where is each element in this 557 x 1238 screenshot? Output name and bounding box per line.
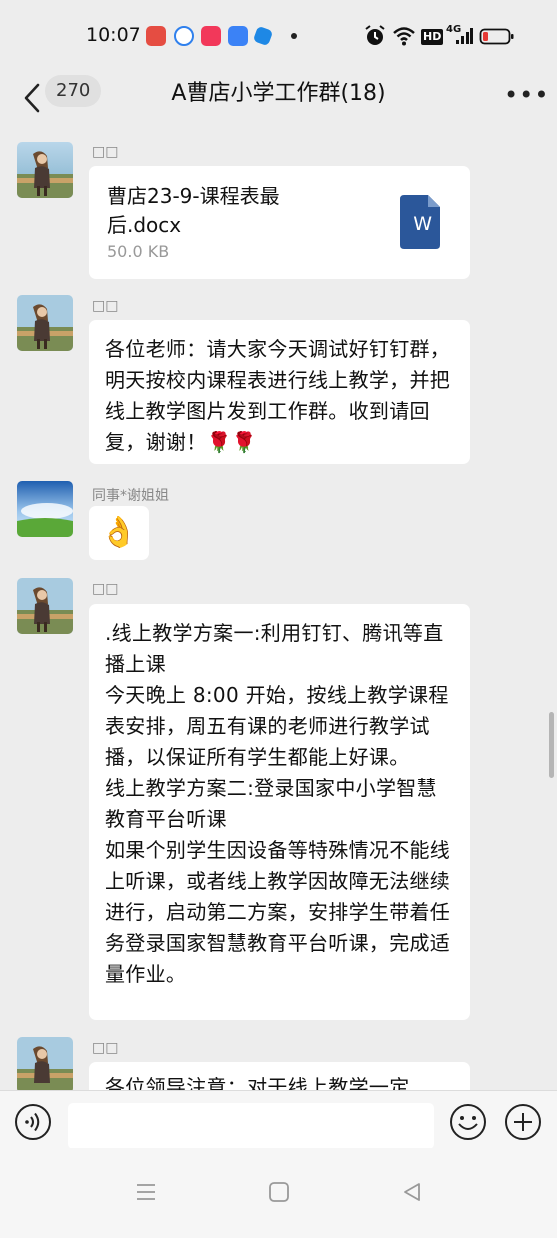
message-input[interactable] <box>68 1103 434 1149</box>
notification-app-icon <box>201 26 221 46</box>
voice-icon[interactable] <box>14 1103 52 1141</box>
system-nav-bar <box>0 1148 557 1238</box>
hd-badge: HD <box>421 29 444 45</box>
avatar[interactable] <box>17 142 73 198</box>
message-text: .线上教学方案一:利用钉钉、腾讯等直播上课 今天晚上 8:00 开始，按线上教学… <box>105 621 451 986</box>
sender-name: □□ <box>92 298 119 314</box>
file-name: 曹店23-9-课程表最后.docx <box>107 184 280 237</box>
file-message-bubble[interactable]: 曹店23-9-课程表最后.docx 50.0 KB W <box>89 166 470 279</box>
home-icon[interactable] <box>267 1180 291 1204</box>
scrollbar-thumb[interactable] <box>549 712 554 778</box>
emoji-icon[interactable] <box>449 1103 487 1141</box>
notification-app-icon <box>146 26 166 46</box>
avatar[interactable] <box>17 578 73 634</box>
notification-app-icon <box>228 26 248 46</box>
avatar[interactable] <box>17 1037 73 1090</box>
text-message-bubble[interactable]: 各位领导注意：对于线上教学一定 <box>89 1062 470 1090</box>
plus-icon[interactable] <box>504 1103 542 1141</box>
notification-app-icon <box>252 25 274 47</box>
chat-header: 270 A曹店小学工作群(18) ••• <box>0 72 557 132</box>
sender-name: □□ <box>92 144 119 160</box>
more-notifications-dot <box>291 33 297 39</box>
back-triangle-icon[interactable] <box>400 1180 424 1204</box>
ok-hand-emoji: 👌 <box>100 515 138 550</box>
wifi-icon <box>393 27 415 46</box>
battery-icon <box>479 28 514 45</box>
text-message-bubble[interactable]: 各位老师：请大家今天调试好钉钉群，明天按校内课程表进行线上教学，并把线上教学图片… <box>89 320 470 464</box>
word-document-letter: W <box>413 213 432 235</box>
sender-name: □□ <box>92 1040 119 1056</box>
status-time: 10:07 <box>86 24 141 46</box>
menu-icon[interactable] <box>134 1180 158 1204</box>
message-list[interactable]: □□ 曹店23-9-课程表最后.docx 50.0 KB W □□ 各位老师：请… <box>0 132 557 1090</box>
text-message-bubble[interactable]: .线上教学方案一:利用钉钉、腾讯等直播上课 今天晚上 8:00 开始，按线上教学… <box>89 604 470 1020</box>
signal-icon <box>456 28 473 44</box>
message-composer <box>0 1090 557 1149</box>
message-text: 各位老师：请大家今天调试好钉钉群，明天按校内课程表进行线上教学，并把线上教学图片… <box>105 337 451 454</box>
sender-name: □□ <box>92 581 119 597</box>
status-bar: 10:07 HD 4G <box>0 0 557 72</box>
avatar[interactable] <box>17 481 73 537</box>
avatar[interactable] <box>17 295 73 351</box>
alarm-icon <box>365 25 385 45</box>
more-icon[interactable]: ••• <box>504 83 549 107</box>
notification-app-icon <box>174 26 194 46</box>
emoji-message-bubble[interactable]: 👌 <box>89 506 149 560</box>
message-text: 各位领导注意：对于线上教学一定 <box>105 1075 410 1090</box>
chat-title[interactable]: A曹店小学工作群(18) <box>0 75 557 107</box>
sender-name: 同事*谢姐姐 <box>92 488 169 504</box>
